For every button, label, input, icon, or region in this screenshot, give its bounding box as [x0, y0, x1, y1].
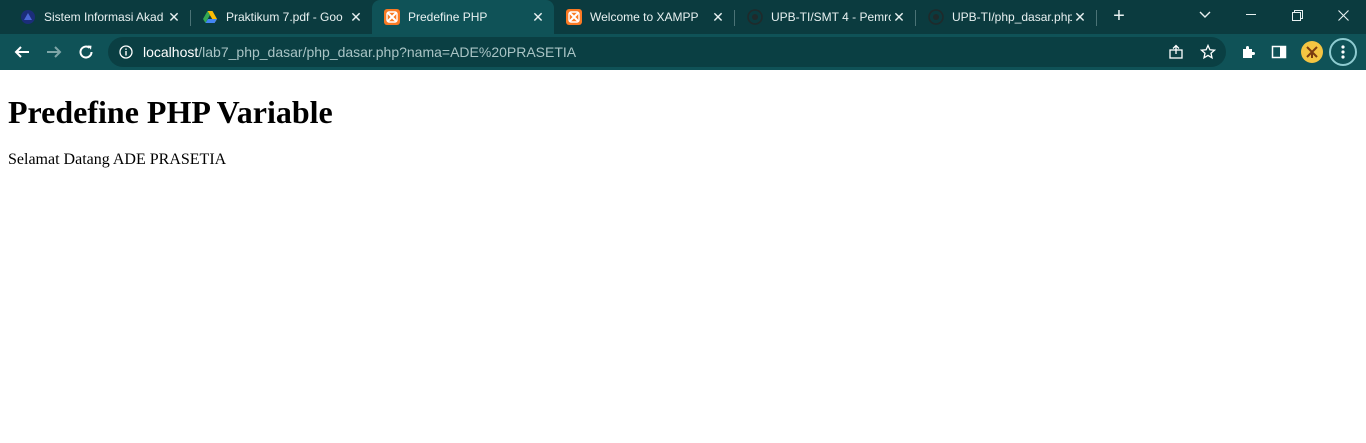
bookmark-star-icon[interactable]: [1198, 42, 1218, 62]
restore-button[interactable]: [1274, 0, 1320, 30]
page-content: Predefine PHP Variable Selamat Datang AD…: [0, 70, 1366, 443]
close-icon[interactable]: ✕: [1072, 9, 1088, 25]
university-logo-icon: [20, 9, 36, 25]
tab-predefine-php[interactable]: Predefine PHP ✕: [372, 0, 554, 34]
tab-github-smt4[interactable]: UPB-TI/SMT 4 - Pemro ✕: [735, 0, 915, 34]
tab-title: UPB-TI/php_dasar.php: [952, 10, 1072, 24]
greeting-text: Selamat Datang ADE PRASETIA: [8, 151, 227, 168]
side-panel-icon[interactable]: [1268, 41, 1290, 63]
tab-strip: Sistem Informasi Akad ✕ Praktikum 7.pdf …: [0, 0, 1366, 34]
tab-search-chevron-icon[interactable]: [1182, 0, 1228, 30]
share-icon[interactable]: [1166, 42, 1186, 62]
tab-github-php-dasar[interactable]: UPB-TI/php_dasar.php ✕: [916, 0, 1096, 34]
close-icon[interactable]: ✕: [348, 9, 364, 25]
tab-title: Predefine PHP: [408, 10, 488, 24]
back-arrow-icon: [14, 46, 29, 58]
tab-welcome-xampp[interactable]: Welcome to XAMPP ✕: [554, 0, 734, 34]
github-icon: [928, 9, 944, 25]
windmill-avatar-icon: [1306, 46, 1318, 58]
kebab-menu-icon: [1341, 45, 1345, 59]
tab-praktikum-pdf[interactable]: Praktikum 7.pdf - Goo ✕: [182, 0, 372, 34]
forward-arrow-icon: [47, 46, 62, 58]
close-icon[interactable]: ✕: [166, 9, 182, 25]
minimize-button[interactable]: [1228, 0, 1274, 30]
browser-menu-button[interactable]: [1329, 38, 1357, 66]
close-icon[interactable]: ✕: [530, 9, 546, 25]
tab-title: UPB-TI/SMT 4 - Pemro: [771, 10, 891, 24]
xampp-icon: [566, 9, 582, 25]
close-icon[interactable]: ✕: [891, 9, 907, 25]
tab-title: Praktikum 7.pdf - Goo: [226, 10, 343, 24]
profile-avatar[interactable]: [1301, 41, 1323, 63]
reload-icon: [79, 45, 93, 59]
browser-toolbar: localhost/lab7_php_dasar/php_dasar.php?n…: [0, 34, 1366, 70]
extensions-icon[interactable]: [1237, 41, 1259, 63]
page-heading: Predefine PHP Variable: [8, 94, 333, 130]
close-icon[interactable]: ✕: [710, 9, 726, 25]
new-tab-button[interactable]: +: [1107, 5, 1131, 29]
tab-title: Sistem Informasi Akad: [44, 10, 164, 24]
url-path: /lab7_php_dasar/php_dasar.php?nama=ADE%2…: [198, 44, 577, 60]
close-window-button[interactable]: [1320, 0, 1366, 30]
address-bar[interactable]: localhost/lab7_php_dasar/php_dasar.php?n…: [108, 37, 1226, 67]
forward-button[interactable]: [40, 38, 68, 66]
github-icon: [747, 9, 763, 25]
url-text: localhost/lab7_php_dasar/php_dasar.php?n…: [143, 44, 576, 60]
tab-title: Welcome to XAMPP: [590, 10, 699, 24]
google-drive-icon: [202, 9, 218, 25]
site-info-icon[interactable]: [118, 44, 134, 60]
tab-sistem-informasi[interactable]: Sistem Informasi Akad ✕: [0, 0, 190, 34]
reload-button[interactable]: [72, 38, 100, 66]
url-host: localhost: [143, 44, 199, 60]
tab-separator: [1096, 10, 1097, 26]
xampp-icon: [384, 9, 400, 25]
back-button[interactable]: [8, 38, 36, 66]
